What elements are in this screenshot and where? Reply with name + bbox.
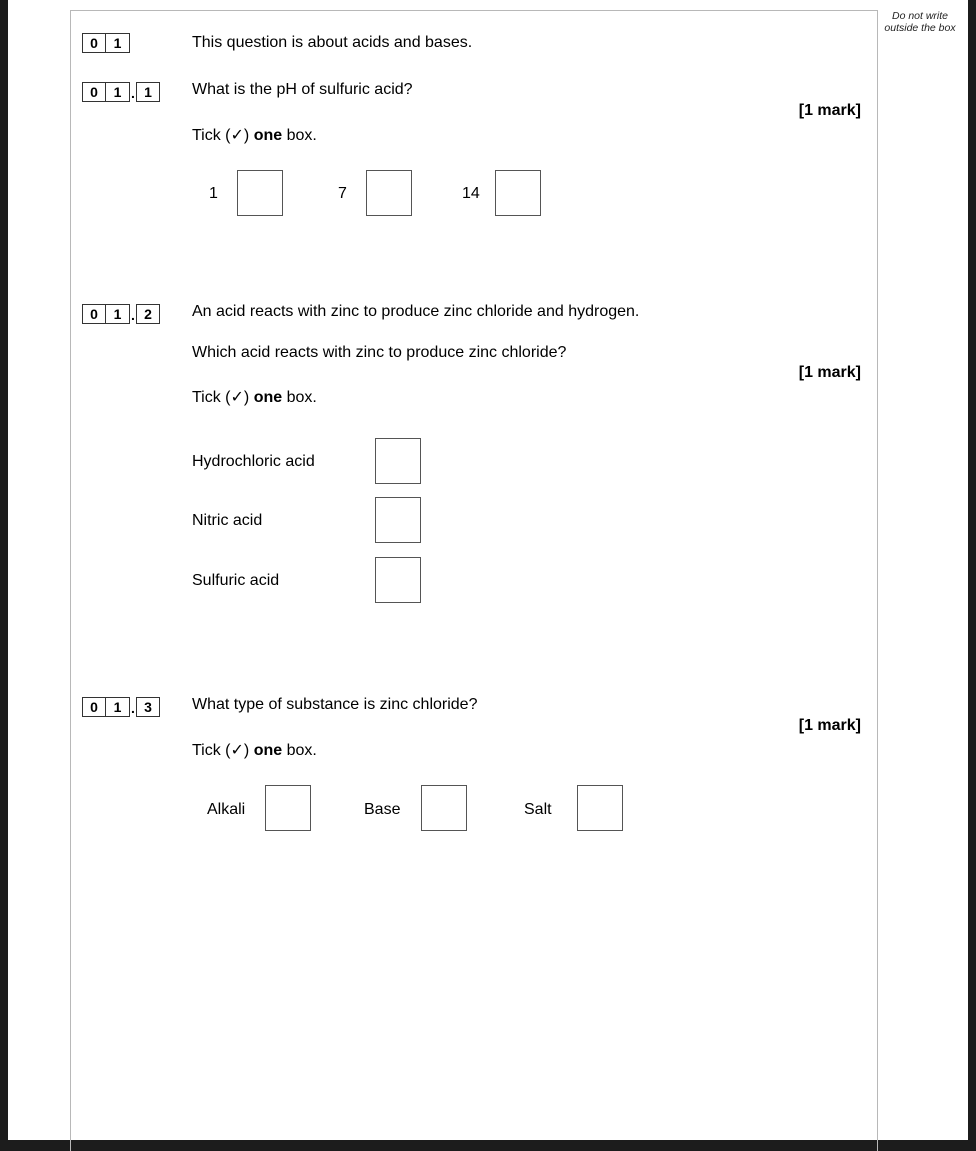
digit-box: 1 bbox=[106, 304, 130, 324]
option-label: 1 bbox=[209, 185, 218, 202]
tick-box-ph-7[interactable] bbox=[366, 170, 412, 216]
digit-box: 1 bbox=[106, 697, 130, 717]
question-intro: This question is about acids and bases. bbox=[192, 34, 473, 51]
option-label: Hydrochloric acid bbox=[192, 453, 315, 470]
part-1-question: What is the pH of sulfuric acid? bbox=[192, 81, 413, 98]
digit-box: 3 bbox=[136, 697, 160, 717]
digit-box: 2 bbox=[136, 304, 160, 324]
part-2-statement: An acid reacts with zinc to produce zinc… bbox=[192, 303, 640, 320]
option-label: Sulfuric acid bbox=[192, 572, 280, 589]
question-number: 0 1 bbox=[82, 33, 130, 53]
part-3-question: What type of substance is zinc chloride? bbox=[192, 696, 478, 713]
part-1-instruction: Tick (✓) one box. bbox=[192, 127, 317, 144]
option-label: 7 bbox=[338, 185, 347, 202]
tick-box-alkali[interactable] bbox=[265, 785, 311, 831]
option-label: 14 bbox=[462, 185, 480, 202]
part-number-3: 0 1 . 3 bbox=[82, 696, 160, 718]
part-2-instruction: Tick (✓) one box. bbox=[192, 389, 317, 406]
part-3-marks: [1 mark] bbox=[798, 717, 861, 734]
digit-box: 1 bbox=[136, 82, 160, 102]
tick-box-sulfuric-acid[interactable] bbox=[375, 557, 421, 603]
tick-box-ph-1[interactable] bbox=[237, 170, 283, 216]
digit-box: 0 bbox=[82, 82, 106, 102]
exam-page: Do not write outside the box 0 1 This qu… bbox=[8, 0, 968, 1151]
digit-box: 0 bbox=[82, 304, 106, 324]
part-1-marks: [1 mark] bbox=[798, 102, 861, 119]
option-label: Alkali bbox=[207, 801, 246, 818]
part-number-1: 0 1 . 1 bbox=[82, 81, 160, 103]
digit-box: 1 bbox=[106, 82, 130, 102]
tick-box-base[interactable] bbox=[421, 785, 467, 831]
digit-box: 1 bbox=[106, 33, 130, 53]
digit-box: 0 bbox=[82, 33, 106, 53]
option-label: Salt bbox=[524, 801, 552, 818]
tick-box-ph-14[interactable] bbox=[495, 170, 541, 216]
part-3-instruction: Tick (✓) one box. bbox=[192, 742, 317, 759]
tick-box-salt[interactable] bbox=[577, 785, 623, 831]
part-number-2: 0 1 . 2 bbox=[82, 303, 160, 325]
part-2-marks: [1 mark] bbox=[798, 364, 861, 381]
option-label: Nitric acid bbox=[192, 512, 263, 529]
part-2-question: Which acid reacts with zinc to produce z… bbox=[192, 344, 567, 361]
margin-note: Do not write outside the box bbox=[884, 10, 956, 34]
tick-box-nitric-acid[interactable] bbox=[375, 497, 421, 543]
digit-box: 0 bbox=[82, 697, 106, 717]
tick-box-hydrochloric-acid[interactable] bbox=[375, 438, 421, 484]
option-label: Base bbox=[364, 801, 401, 818]
